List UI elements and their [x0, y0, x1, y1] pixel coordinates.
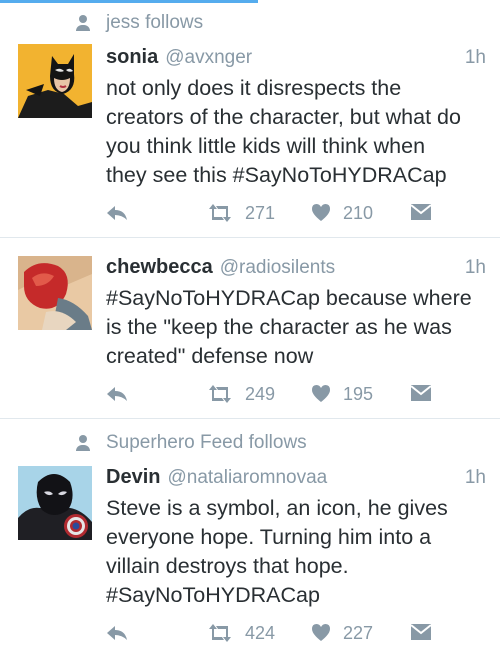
direct-message-icon [411, 385, 431, 401]
tweet-card[interactable]: jess follows sonia @avxnger 1h not only … [0, 0, 500, 236]
retweet-icon [209, 204, 231, 222]
author-name[interactable]: chewbecca [106, 256, 213, 279]
like-button[interactable]: 195 [311, 379, 373, 409]
like-count: 210 [343, 202, 374, 223]
tweet-timestamp: 1h [464, 257, 486, 278]
social-context: jess follows [74, 12, 203, 34]
direct-message-button[interactable] [411, 379, 431, 409]
author-handle[interactable]: @avxnger [165, 47, 252, 69]
social-context-text: Superhero Feed follows [106, 432, 307, 453]
retweet-button[interactable]: 424 [207, 618, 275, 648]
direct-message-button[interactable] [411, 618, 431, 648]
direct-message-icon [411, 204, 431, 220]
heart-icon [312, 204, 330, 221]
tweet-timestamp: 1h [464, 467, 486, 488]
tweet-text: #SayNoToHYDRACap because where is the "k… [106, 286, 472, 368]
like-count: 227 [343, 622, 374, 643]
direct-message-icon [411, 624, 431, 640]
person-icon [74, 434, 92, 452]
tweet-actions: 271 210 [0, 198, 500, 228]
tweet-actions: 424 227 [0, 618, 500, 648]
author-name[interactable]: sonia [106, 46, 158, 69]
like-count: 195 [343, 383, 374, 404]
heart-icon [312, 624, 330, 641]
retweet-button[interactable]: 249 [207, 379, 275, 409]
like-button[interactable]: 210 [311, 198, 373, 228]
retweet-icon [209, 385, 231, 403]
heart-icon [312, 385, 330, 402]
tweet-timestamp: 1h [464, 47, 486, 68]
reply-icon [107, 387, 127, 401]
reply-icon [107, 626, 127, 640]
tweet-text: not only does it disrespects the creator… [106, 76, 461, 187]
tweet-card[interactable]: Superhero Feed follows Devin @nataliarom… [0, 418, 500, 647]
avatar[interactable] [18, 44, 92, 118]
direct-message-button[interactable] [411, 198, 431, 228]
social-context: Superhero Feed follows [74, 432, 307, 454]
tweet-card[interactable]: chewbecca @radiosilents 1h #SayNoToHYDRA… [0, 237, 500, 418]
retweet-icon [209, 624, 231, 642]
person-icon [74, 14, 92, 32]
reply-button[interactable] [106, 198, 128, 228]
tweet-text: Steve is a symbol, an icon, he gives eve… [106, 496, 448, 607]
avatar[interactable] [18, 466, 92, 540]
like-button[interactable]: 227 [311, 618, 373, 648]
tweet-actions: 249 195 [0, 379, 500, 409]
reply-button[interactable] [106, 618, 128, 648]
social-context-text: jess follows [106, 12, 204, 33]
tweet-header: Devin @nataliaromnovaa 1h [106, 466, 486, 494]
tweet-header: sonia @avxnger 1h [106, 46, 486, 74]
author-handle[interactable]: @radiosilents [220, 257, 335, 279]
retweet-count: 271 [245, 202, 276, 223]
author-name[interactable]: Devin [106, 466, 160, 489]
reply-icon [107, 206, 127, 220]
tweet-header: chewbecca @radiosilents 1h [106, 256, 486, 284]
avatar[interactable] [18, 256, 92, 330]
author-handle[interactable]: @nataliaromnovaa [167, 467, 327, 489]
retweet-count: 424 [245, 622, 276, 643]
reply-button[interactable] [106, 379, 128, 409]
retweet-button[interactable]: 271 [207, 198, 275, 228]
retweet-count: 249 [245, 383, 276, 404]
